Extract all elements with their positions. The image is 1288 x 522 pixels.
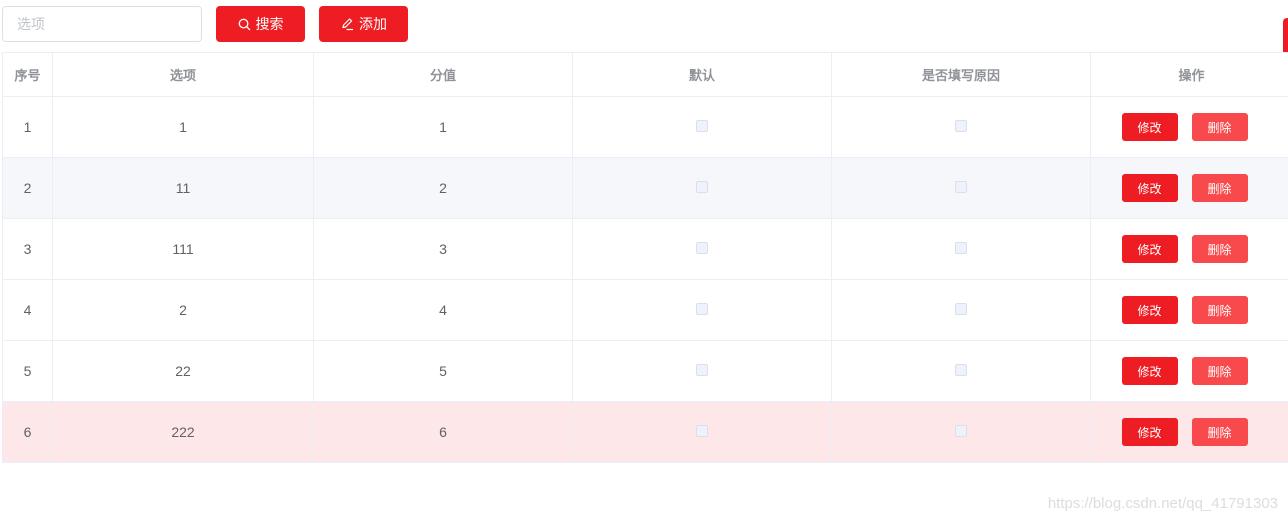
- need-reason-checkbox[interactable]: [955, 181, 967, 194]
- table-row: 5 22 5 修改 删除: [2, 340, 1288, 402]
- cell-actions: 修改 删除: [1090, 157, 1288, 219]
- default-checkbox[interactable]: [696, 181, 708, 194]
- cell-index: 6: [2, 401, 53, 463]
- table-row: 2 11 2 修改 删除: [2, 157, 1288, 219]
- table-row: 3 111 3 修改 删除: [2, 218, 1288, 280]
- cell-actions: 修改 删除: [1090, 218, 1288, 280]
- cell-need-reason: [831, 157, 1091, 219]
- default-checkbox[interactable]: [696, 425, 708, 438]
- header-option: 选项: [52, 52, 314, 97]
- table-header-row: 序号 选项 分值 默认 是否填写原因 操作: [2, 52, 1288, 97]
- default-checkbox[interactable]: [696, 303, 708, 316]
- cell-actions: 修改 删除: [1090, 340, 1288, 402]
- cell-index: 4: [2, 279, 53, 341]
- search-input[interactable]: [2, 6, 202, 42]
- delete-button[interactable]: 删除: [1191, 174, 1248, 202]
- cell-need-reason: [831, 401, 1091, 463]
- cell-default: [572, 340, 832, 402]
- cell-option: 111: [52, 218, 314, 280]
- cell-index: 2: [2, 157, 53, 219]
- cell-score: 5: [313, 340, 573, 402]
- cell-score: 1: [313, 96, 573, 158]
- cell-score: 2: [313, 157, 573, 219]
- table-row: 6 222 6 修改 删除: [2, 401, 1288, 463]
- delete-button[interactable]: 删除: [1191, 235, 1248, 263]
- add-button-label: 添加: [359, 16, 387, 32]
- need-reason-checkbox[interactable]: [955, 425, 967, 438]
- cell-need-reason: [831, 218, 1091, 280]
- cell-score: 3: [313, 218, 573, 280]
- cell-need-reason: [831, 279, 1091, 341]
- cell-default: [572, 157, 832, 219]
- cell-need-reason: [831, 96, 1091, 158]
- cell-option: 222: [52, 401, 314, 463]
- watermark: https://blog.csdn.net/qq_41791303: [1047, 495, 1278, 512]
- cell-option: 2: [52, 279, 314, 341]
- header-score: 分值: [313, 52, 573, 97]
- cell-option: 22: [52, 340, 314, 402]
- search-button[interactable]: 搜索: [216, 6, 305, 42]
- cell-default: [572, 279, 832, 341]
- cell-option: 1: [52, 96, 314, 158]
- delete-button[interactable]: 删除: [1191, 418, 1248, 446]
- default-checkbox[interactable]: [696, 364, 708, 377]
- cell-index: 3: [2, 218, 53, 280]
- delete-button[interactable]: 删除: [1191, 296, 1248, 324]
- cell-score: 6: [313, 401, 573, 463]
- table-row: 1 1 1 修改 删除: [2, 96, 1288, 158]
- cell-actions: 修改 删除: [1090, 96, 1288, 158]
- cell-default: [572, 218, 832, 280]
- need-reason-checkbox[interactable]: [955, 364, 967, 377]
- cell-score: 4: [313, 279, 573, 341]
- cell-index: 1: [2, 96, 53, 158]
- cell-index: 5: [2, 340, 53, 402]
- cell-default: [572, 96, 832, 158]
- need-reason-checkbox[interactable]: [955, 303, 967, 316]
- header-default: 默认: [572, 52, 832, 97]
- edit-button[interactable]: 修改: [1121, 418, 1178, 446]
- edit-button[interactable]: 修改: [1121, 174, 1178, 202]
- table-row: 4 2 4 修改 删除: [2, 279, 1288, 341]
- cell-actions: 修改 删除: [1090, 279, 1288, 341]
- need-reason-checkbox[interactable]: [955, 120, 967, 133]
- cell-actions: 修改 删除: [1090, 401, 1288, 463]
- toolbar: 搜索 添加: [2, 6, 1282, 42]
- cell-need-reason: [831, 340, 1091, 402]
- options-table: 序号 选项 分值 默认 是否填写原因 操作 1 1 1 修改 删除 2 11 2: [2, 52, 1288, 463]
- delete-button[interactable]: 删除: [1191, 113, 1248, 141]
- header-actions: 操作: [1090, 52, 1288, 97]
- header-index: 序号: [2, 52, 53, 97]
- edit-button[interactable]: 修改: [1121, 113, 1178, 141]
- cell-default: [572, 401, 832, 463]
- default-checkbox[interactable]: [696, 120, 708, 133]
- edit-button[interactable]: 修改: [1121, 357, 1178, 385]
- search-button-label: 搜索: [255, 16, 284, 32]
- edit-icon: [340, 17, 354, 31]
- default-checkbox[interactable]: [696, 242, 708, 255]
- cell-option: 11: [52, 157, 314, 219]
- header-need-reason: 是否填写原因: [831, 52, 1091, 97]
- delete-button[interactable]: 删除: [1191, 357, 1248, 385]
- add-button[interactable]: 添加: [319, 6, 408, 42]
- need-reason-checkbox[interactable]: [955, 242, 967, 255]
- edit-button[interactable]: 修改: [1121, 235, 1178, 263]
- edit-button[interactable]: 修改: [1121, 296, 1178, 324]
- search-icon: [238, 18, 251, 31]
